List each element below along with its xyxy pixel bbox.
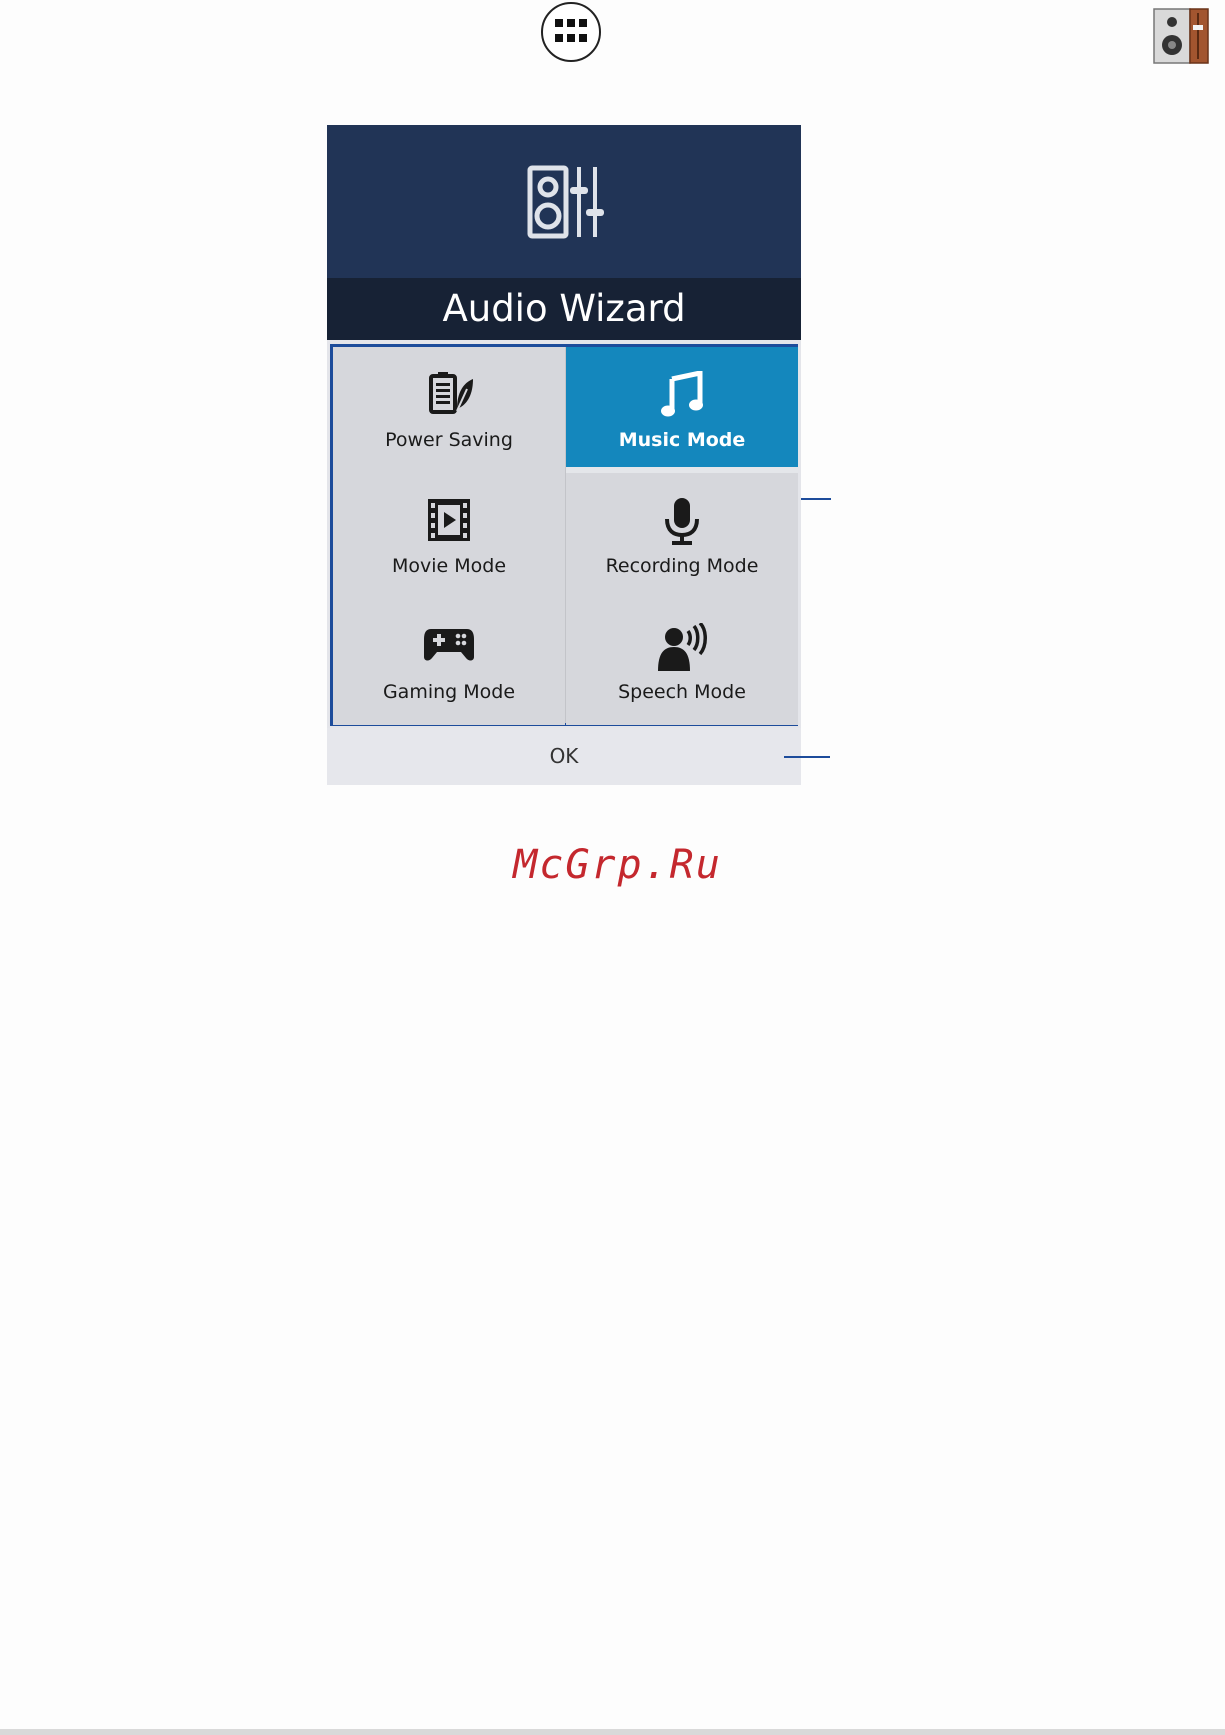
dialog-header xyxy=(327,125,801,278)
callout-line xyxy=(801,498,831,500)
mode-grid: Power Saving Music Mode Movie Mode Recor… xyxy=(330,344,798,726)
mode-speech[interactable]: Speech Mode xyxy=(566,599,798,725)
audio-wizard-dialog: Audio Wizard Power Saving Music Mode Mov… xyxy=(327,125,801,785)
mode-label: Power Saving xyxy=(385,429,513,451)
all-apps-button[interactable] xyxy=(541,2,601,62)
watermark: McGrp.Ru xyxy=(513,842,722,888)
battery-leaf-icon xyxy=(429,372,473,414)
film-icon xyxy=(428,499,470,541)
mode-label: Recording Mode xyxy=(605,555,759,577)
callout-line xyxy=(784,756,830,758)
ok-button[interactable]: OK xyxy=(327,728,801,785)
mode-power-saving[interactable]: Power Saving xyxy=(333,347,565,473)
speaker-equalizer-icon xyxy=(527,165,604,239)
dialog-title: Audio Wizard xyxy=(327,278,801,340)
gamepad-icon xyxy=(424,629,474,661)
mode-music[interactable]: Music Mode xyxy=(566,347,798,473)
mode-label: Gaming Mode xyxy=(382,681,516,703)
mode-gaming[interactable]: Gaming Mode xyxy=(333,599,565,725)
mode-label: Speech Mode xyxy=(618,681,746,703)
mode-movie[interactable]: Movie Mode xyxy=(333,473,565,599)
apps-grid-icon xyxy=(555,19,587,42)
mode-recording[interactable]: Recording Mode xyxy=(566,473,798,599)
mode-label: Music Mode xyxy=(618,429,746,451)
speaker-person-icon xyxy=(658,623,707,671)
audio-wizard-app-icon[interactable] xyxy=(1153,8,1209,64)
mode-label: Movie Mode xyxy=(391,555,507,577)
microphone-icon xyxy=(665,498,699,545)
music-note-icon xyxy=(661,371,703,417)
page-bottom-border xyxy=(0,1729,1225,1735)
